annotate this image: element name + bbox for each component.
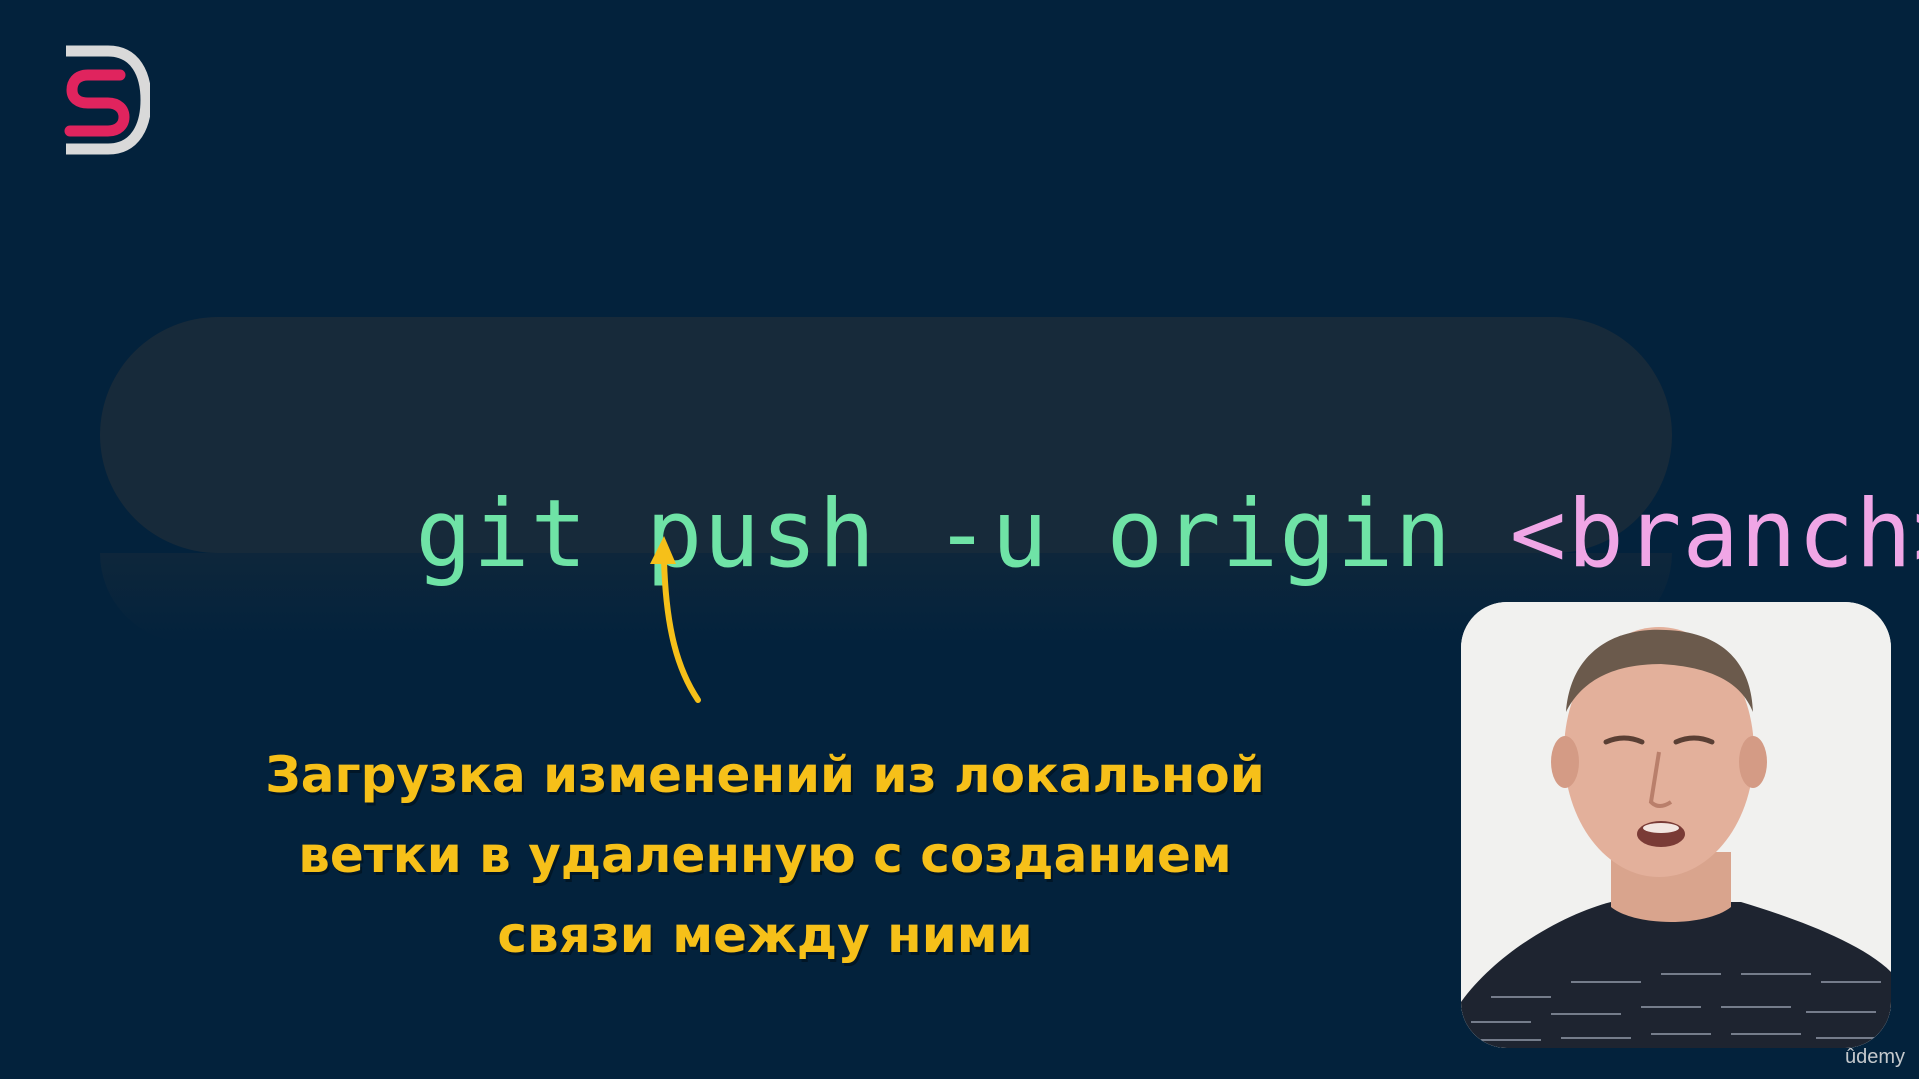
arrow-icon [650,536,701,703]
caption-line: Загрузка изменений из локальной [265,746,1265,804]
caption-line: связи между ними [497,906,1033,964]
caption-line: ветки в удаленную с созданием [298,826,1232,884]
slide: git push -u origin <branch> Загрузка изм… [0,0,1919,1079]
ds-logo-icon [64,45,150,155]
command-text: git push -u origin [415,480,1510,589]
command-argument: <branch> [1509,480,1919,589]
udemy-watermark: ûdemy [1844,1046,1905,1068]
presenter-video [1461,602,1891,1048]
caption: Загрузка изменений из локальной ветки в … [220,735,1310,975]
